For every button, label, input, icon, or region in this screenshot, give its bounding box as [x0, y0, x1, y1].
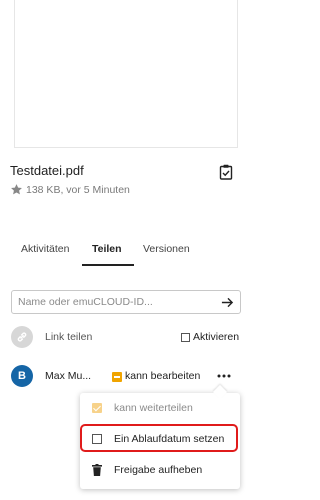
arrow-right-icon[interactable]	[221, 296, 234, 309]
sidebar-tabs: Aktivitäten Teilen Versionen	[0, 240, 249, 268]
tab-teilen[interactable]: Teilen	[92, 243, 122, 255]
can-edit-label[interactable]: kann bearbeiten	[125, 370, 200, 382]
share-user-row: B Max Mu... kann bearbeiten	[11, 365, 245, 389]
link-share-avatar	[11, 326, 33, 348]
link-share-label: Link teilen	[45, 331, 93, 343]
link-share-row: Link teilen Aktivieren	[11, 326, 245, 350]
clipboard-icon[interactable]	[219, 164, 233, 180]
tab-versionen[interactable]: Versionen	[143, 243, 190, 255]
avatar: B	[11, 365, 33, 387]
active-tab-indicator	[82, 264, 134, 266]
activate-link-label[interactable]: Aktivieren	[193, 331, 239, 343]
menu-item-unshare[interactable]: Freigabe aufheben	[80, 457, 240, 483]
reshare-label: kann weiterteilen	[114, 402, 193, 414]
file-meta-text: 138 KB, vor 5 Minuten	[26, 183, 130, 196]
file-name: Testdatei.pdf	[10, 163, 84, 178]
share-search-input[interactable]	[12, 291, 212, 313]
share-user-name: Max Mu...	[45, 370, 92, 382]
unshare-label: Freigabe aufheben	[114, 464, 203, 476]
menu-item-reshare[interactable]: kann weiterteilen	[80, 395, 240, 421]
can-edit-checkbox[interactable]	[112, 372, 122, 382]
file-preview	[14, 0, 238, 148]
trash-icon	[92, 464, 102, 476]
star-icon[interactable]	[10, 183, 23, 196]
activate-link-checkbox[interactable]	[181, 333, 190, 342]
file-meta: 138 KB, vor 5 Minuten	[10, 183, 130, 196]
tab-aktivitaeten[interactable]: Aktivitäten	[21, 243, 69, 255]
more-options-icon[interactable]	[216, 370, 232, 382]
share-search-field	[11, 290, 241, 314]
highlight-box	[80, 424, 238, 452]
reshare-checkbox[interactable]	[92, 403, 102, 413]
link-icon	[17, 332, 27, 342]
